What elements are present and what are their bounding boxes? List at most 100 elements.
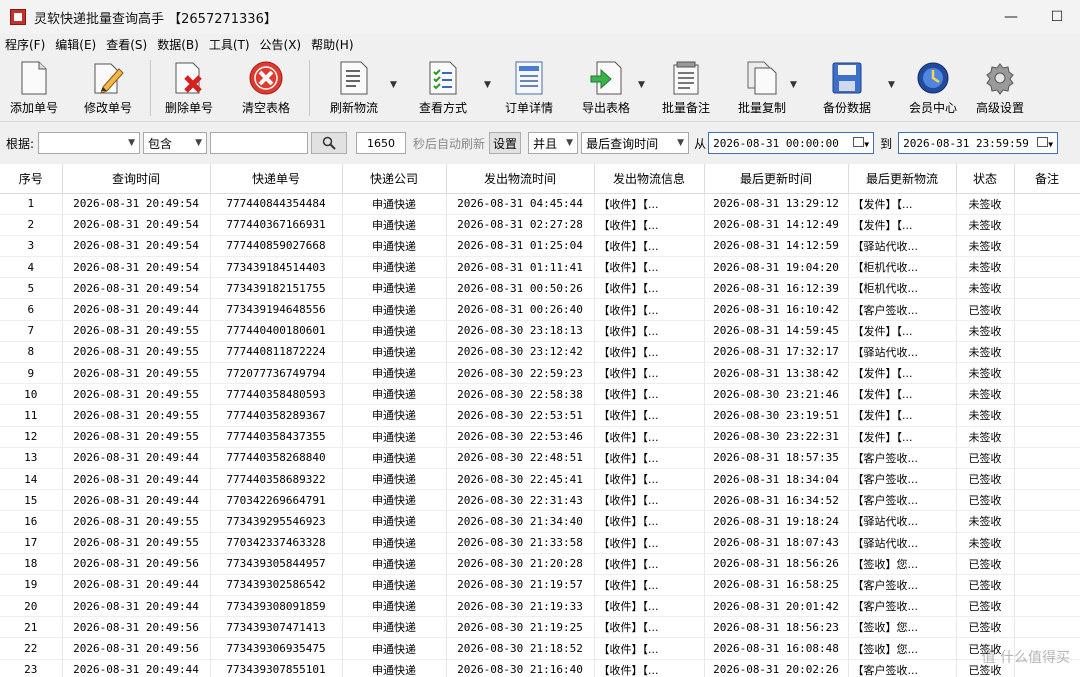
table-cell[interactable]: 13	[0, 447, 63, 469]
table-cell[interactable]	[1014, 214, 1080, 236]
table-cell[interactable]: 777440367166931	[210, 214, 343, 236]
table-cell[interactable]: 申通快递	[342, 277, 447, 300]
batch-copy-button[interactable]: 批量复制 ▼	[722, 56, 802, 120]
table-cell[interactable]: 7	[0, 320, 63, 342]
table-cell[interactable]: 2026-08-31 18:56:26	[704, 553, 849, 575]
table-cell[interactable]: 【发件】【...	[848, 320, 957, 342]
column-header-last-update-time[interactable]: 最后更新时间	[704, 164, 849, 194]
column-header-tracking-number[interactable]: 快递单号	[210, 164, 343, 194]
table-row[interactable]: 18 2026-08-31 20:49:56 773439305844957 申通快递…	[0, 553, 1080, 575]
edit-number-button[interactable]: 修改单号	[68, 56, 148, 120]
table-cell[interactable]: 777440844354484	[210, 193, 343, 215]
table-row[interactable]: 21 2026-08-31 20:49:56 773439307471413 申通快递…	[0, 616, 1080, 639]
table-cell[interactable]: 【客户签收...	[848, 298, 957, 321]
table-cell[interactable]: 16	[0, 510, 63, 533]
advanced-settings-button[interactable]: 高级设置	[968, 56, 1032, 120]
table-cell[interactable]: 【收件】【...	[594, 256, 705, 279]
table-cell[interactable]: 2026-08-31 20:49:55	[62, 383, 211, 406]
table-cell[interactable]: 已签收	[956, 595, 1015, 618]
table-cell[interactable]	[1014, 510, 1080, 533]
column-header-status[interactable]: 状态	[956, 164, 1015, 194]
table-cell[interactable]: 已签收	[956, 298, 1015, 321]
table-cell[interactable]: 【收件】【...	[594, 447, 705, 469]
table-cell[interactable]: 2026-08-31 00:26:40	[446, 298, 595, 321]
table-row[interactable]: 7 2026-08-31 20:49:55 777440400180601 申通快递 2…	[0, 320, 1080, 342]
menu-program[interactable]: 程序(F)	[0, 35, 50, 55]
table-cell[interactable]: 【收件】【...	[594, 298, 705, 321]
table-cell[interactable]: 2026-08-31 20:49:55	[62, 426, 211, 448]
table-cell[interactable]: 2026-08-31 16:10:42	[704, 298, 849, 321]
table-row[interactable]: 14 2026-08-31 20:49:44 777440358689322 申通快递…	[0, 468, 1080, 491]
table-cell[interactable]: 2026-08-31 14:59:45	[704, 320, 849, 342]
table-cell[interactable]: 【签收】您...	[848, 616, 957, 639]
table-cell[interactable]: 2026-08-31 20:49:54	[62, 277, 211, 300]
table-cell[interactable]: 2026-08-31 00:50:26	[446, 277, 595, 300]
table-cell[interactable]	[1014, 320, 1080, 342]
search-input[interactable]	[210, 132, 309, 154]
table-cell[interactable]: 2026-08-30 21:33:58	[446, 532, 595, 554]
table-cell[interactable]: 未签收	[956, 510, 1015, 533]
table-cell[interactable]: 已签收	[956, 489, 1015, 512]
table-cell[interactable]: 【柜机代收...	[848, 256, 957, 279]
table-row[interactable]: 22 2026-08-31 20:49:56 773439306935475 申通快递…	[0, 637, 1080, 660]
table-cell[interactable]: 777440358437355	[210, 426, 343, 448]
table-cell[interactable]: 773439184514403	[210, 256, 343, 279]
table-cell[interactable]: 【驿站代收...	[848, 510, 957, 533]
table-row[interactable]: 19 2026-08-31 20:49:44 773439302586542 申通快递…	[0, 574, 1080, 597]
table-cell[interactable]: 【发件】【...	[848, 362, 957, 385]
table-cell[interactable]: 2026-08-31 13:38:42	[704, 362, 849, 385]
table-row[interactable]: 9 2026-08-31 20:49:55 772077736749794 申通快递 2…	[0, 362, 1080, 385]
view-mode-button[interactable]: 查看方式 ▼	[396, 56, 491, 120]
table-cell[interactable]: 2026-08-30 21:19:57	[446, 574, 595, 597]
table-cell[interactable]: 未签收	[956, 214, 1015, 236]
column-header-ship-info[interactable]: 发出物流信息	[594, 164, 705, 194]
table-cell[interactable]: 20	[0, 595, 63, 618]
table-cell[interactable]: 2026-08-30 22:45:41	[446, 468, 595, 491]
table-cell[interactable]: 773439307471413	[210, 616, 343, 639]
table-cell[interactable]: 【收件】【...	[594, 362, 705, 385]
table-cell[interactable]: 【收件】【...	[594, 532, 705, 554]
table-cell[interactable]: 2026-08-30 21:16:40	[446, 659, 595, 677]
backup-data-button[interactable]: 备份数据 ▼	[802, 56, 895, 120]
clear-table-button[interactable]: 清空表格	[225, 56, 307, 120]
table-cell[interactable]: 2026-08-31 20:49:55	[62, 341, 211, 364]
table-cell[interactable]: 【收件】【...	[594, 616, 705, 639]
table-cell[interactable]: 2026-08-31 19:04:20	[704, 256, 849, 279]
table-cell[interactable]: 未签收	[956, 426, 1015, 448]
table-cell[interactable]: 未签收	[956, 235, 1015, 258]
column-header-note[interactable]: 备注	[1014, 164, 1080, 194]
table-cell[interactable]: 2026-08-31 20:49:44	[62, 595, 211, 618]
table-row[interactable]: 5 2026-08-31 20:49:54 773439182151755 申通快递 2…	[0, 277, 1080, 300]
end-datetime-picker[interactable]: 2026-08-31 23:59:59 ▼	[898, 132, 1059, 154]
table-cell[interactable]: 2026-08-31 20:49:44	[62, 298, 211, 321]
table-cell[interactable]: 【收件】【...	[594, 341, 705, 364]
table-cell[interactable]: 2026-08-31 14:12:59	[704, 235, 849, 258]
batch-note-button[interactable]: 批量备注	[650, 56, 722, 120]
table-cell[interactable]: 未签收	[956, 320, 1015, 342]
table-cell[interactable]: 未签收	[956, 383, 1015, 406]
table-cell[interactable]: 770342269664791	[210, 489, 343, 512]
table-cell[interactable]: 2026-08-31 20:49:55	[62, 404, 211, 427]
menu-data[interactable]: 数据(B)	[152, 35, 204, 55]
table-cell[interactable]: 2026-08-30 21:20:28	[446, 553, 595, 575]
table-cell[interactable]	[1014, 553, 1080, 575]
dropdown-arrow-icon[interactable]: ▼	[790, 80, 797, 90]
table-cell[interactable]	[1014, 193, 1080, 215]
table-cell[interactable]: 2026-08-31 20:01:42	[704, 595, 849, 618]
refresh-interval-input[interactable]: 1650	[356, 132, 407, 154]
table-cell[interactable]: 773439182151755	[210, 277, 343, 300]
table-row[interactable]: 2 2026-08-31 20:49:54 777440367166931 申通快递 2…	[0, 214, 1080, 236]
table-cell[interactable]: 21	[0, 616, 63, 639]
table-cell[interactable]: 2026-08-30 21:34:40	[446, 510, 595, 533]
tracking-table[interactable]: 序号 查询时间 快递单号 快递公司 发出物流时间 发出物流信息 最后更新时间 最…	[0, 164, 1080, 677]
table-cell[interactable]: 773439302586542	[210, 574, 343, 597]
table-cell[interactable]: 777440358480593	[210, 383, 343, 406]
search-button[interactable]	[311, 132, 348, 154]
table-cell[interactable]: 2026-08-31 18:56:23	[704, 616, 849, 639]
match-mode-select[interactable]: 包含 ▼	[143, 132, 208, 154]
table-cell[interactable]: 申通快递	[342, 574, 447, 597]
table-cell[interactable]: 【客户签收...	[848, 468, 957, 491]
table-cell[interactable]: 未签收	[956, 404, 1015, 427]
logic-select[interactable]: 并且 ▼	[528, 132, 579, 154]
table-cell[interactable]: 2026-08-31 16:34:52	[704, 489, 849, 512]
